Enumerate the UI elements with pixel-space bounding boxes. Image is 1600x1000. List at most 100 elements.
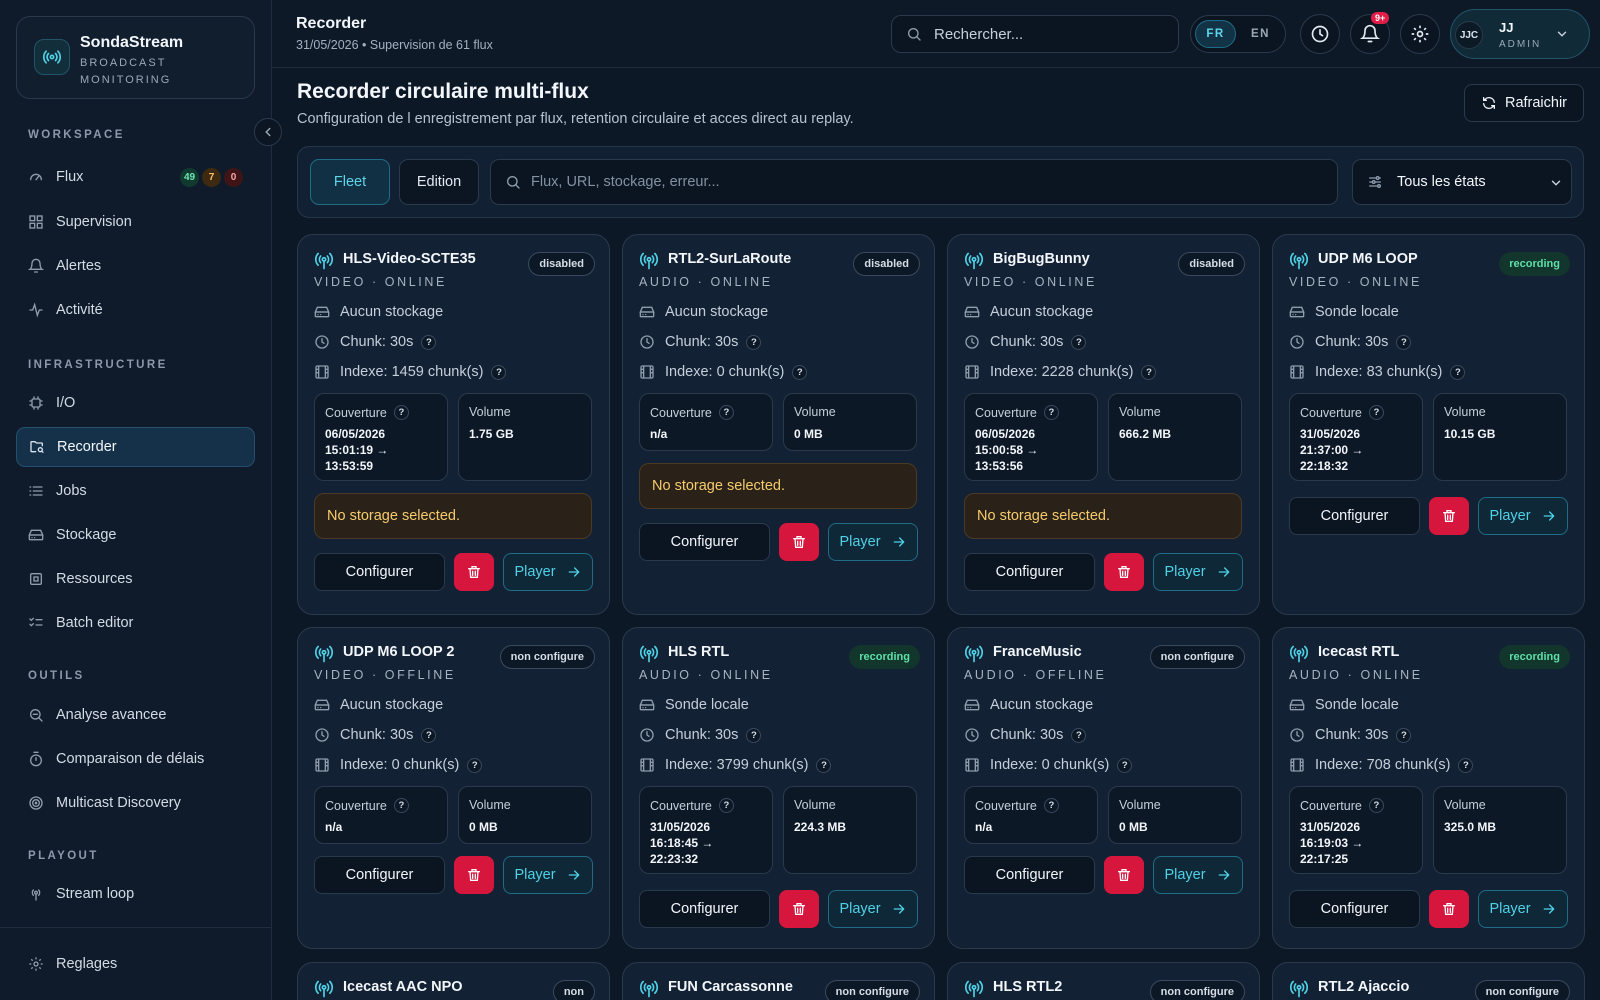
- coverage-label: Couverture: [325, 798, 387, 813]
- settings-button[interactable]: [1400, 14, 1440, 54]
- sidebar-item-stockage[interactable]: Stockage: [16, 515, 255, 555]
- filter-bar: Fleet Edition Tous les états: [297, 146, 1584, 218]
- stream-filter-search[interactable]: [490, 159, 1338, 205]
- filter-input[interactable]: [531, 174, 1311, 190]
- help-icon[interactable]: ?: [746, 727, 762, 743]
- delete-button[interactable]: [779, 523, 819, 561]
- player-button[interactable]: Player: [828, 523, 918, 561]
- flux-warn-count: 7: [202, 168, 221, 187]
- help-icon[interactable]: ?: [1368, 798, 1384, 813]
- collapse-sidebar-button[interactable]: [254, 118, 282, 146]
- configure-button[interactable]: Configurer: [639, 523, 770, 561]
- help-icon[interactable]: ?: [1043, 798, 1059, 813]
- search-input[interactable]: [934, 25, 1164, 43]
- stream-type: AUDIO · ONLINE: [1289, 668, 1423, 682]
- player-button[interactable]: Player: [1478, 890, 1568, 928]
- help-icon[interactable]: ?: [1043, 405, 1059, 420]
- help-icon[interactable]: ?: [1396, 334, 1412, 350]
- sidebar-item-batch-editor[interactable]: Batch editor: [16, 603, 255, 643]
- help-icon[interactable]: ?: [718, 405, 734, 420]
- indexed-value: Indexe: 0 chunk(s): [665, 364, 785, 380]
- configure-button[interactable]: Configurer: [964, 553, 1095, 591]
- sidebar-item-recorder[interactable]: Recorder: [16, 427, 255, 467]
- help-icon[interactable]: ?: [792, 364, 808, 380]
- configure-button[interactable]: Configurer: [964, 856, 1095, 894]
- volume-box: Volume 1.75 GB: [458, 393, 592, 481]
- help-icon[interactable]: ?: [393, 405, 409, 420]
- help-icon[interactable]: ?: [421, 334, 437, 350]
- sidebar-item-stream-loop[interactable]: Stream loop: [16, 874, 255, 914]
- avatar: JJC: [1455, 21, 1483, 49]
- help-icon[interactable]: ?: [1450, 364, 1466, 380]
- help-icon[interactable]: ?: [421, 727, 437, 743]
- help-icon[interactable]: ?: [1396, 727, 1412, 743]
- lang-fr-option[interactable]: FR: [1195, 20, 1237, 48]
- configure-button[interactable]: Configurer: [314, 553, 445, 591]
- player-button[interactable]: Player: [503, 553, 593, 591]
- refresh-button[interactable]: Rafraichir: [1464, 84, 1584, 122]
- lang-en-option[interactable]: EN: [1240, 20, 1281, 48]
- player-button[interactable]: Player: [503, 856, 593, 894]
- player-button[interactable]: Player: [1153, 553, 1243, 591]
- configure-button[interactable]: Configurer: [639, 890, 770, 928]
- storage-info: Aucun stockage: [314, 304, 443, 320]
- state-filter-select[interactable]: Tous les états: [1352, 159, 1572, 205]
- help-icon[interactable]: ?: [1141, 364, 1157, 380]
- delete-button[interactable]: [454, 553, 494, 591]
- help-icon[interactable]: ?: [1368, 405, 1384, 420]
- help-icon[interactable]: ?: [491, 364, 507, 380]
- coverage-label-row: Couverture?: [325, 405, 409, 420]
- sidebar-item-multicast[interactable]: Multicast Discovery: [16, 783, 255, 823]
- delete-button[interactable]: [454, 856, 494, 894]
- tab-fleet[interactable]: Fleet: [310, 159, 390, 205]
- player-button[interactable]: Player: [828, 890, 918, 928]
- top-bar: Recorder 31/05/2026 • Supervision de 61 …: [272, 0, 1600, 68]
- sidebar-item-activite[interactable]: Activité: [16, 290, 255, 330]
- delete-button[interactable]: [1429, 890, 1469, 928]
- history-button[interactable]: [1300, 14, 1340, 54]
- sidebar-item-io[interactable]: I/O: [16, 383, 255, 423]
- tab-edition[interactable]: Edition: [399, 159, 479, 205]
- film-icon: [1289, 757, 1305, 773]
- help-icon[interactable]: ?: [467, 757, 483, 773]
- arrow-right-icon: [1216, 867, 1232, 883]
- sidebar-item-comparaison[interactable]: Comparaison de délais: [16, 739, 255, 779]
- help-icon[interactable]: ?: [1071, 334, 1087, 350]
- sidebar-item-flux[interactable]: Flux 49 7 0: [16, 157, 255, 197]
- sidebar-item-jobs[interactable]: Jobs: [16, 471, 255, 511]
- player-button[interactable]: Player: [1478, 497, 1568, 535]
- brand-block[interactable]: SondaStream BROADCAST MONITORING: [16, 16, 255, 99]
- delete-button[interactable]: [1104, 856, 1144, 894]
- antenna-icon: [964, 644, 984, 664]
- help-icon[interactable]: ?: [1071, 727, 1087, 743]
- help-icon[interactable]: ?: [393, 798, 409, 813]
- sidebar-item-ressources[interactable]: Ressources: [16, 559, 255, 599]
- help-icon[interactable]: ?: [816, 757, 832, 773]
- storage-info: Sonde locale: [639, 697, 749, 713]
- configure-button[interactable]: Configurer: [314, 856, 445, 894]
- configure-button[interactable]: Configurer: [1289, 890, 1420, 928]
- chevron-left-icon: [265, 127, 271, 137]
- delete-button[interactable]: [1429, 497, 1469, 535]
- language-toggle[interactable]: FR EN: [1190, 15, 1286, 53]
- sidebar-item-analyse[interactable]: Analyse avancee: [16, 695, 255, 735]
- section-description: Configuration de l enregistrement par fl…: [297, 111, 854, 127]
- user-menu[interactable]: JJC JJ ADMIN: [1450, 9, 1590, 59]
- help-icon[interactable]: ?: [1117, 757, 1133, 773]
- help-icon[interactable]: ?: [746, 334, 762, 350]
- delete-button[interactable]: [1104, 553, 1144, 591]
- delete-button[interactable]: [779, 890, 819, 928]
- sidebar-item-alertes[interactable]: Alertes: [16, 246, 255, 286]
- notifications-button[interactable]: 9+: [1350, 12, 1390, 54]
- help-icon[interactable]: ?: [718, 798, 734, 813]
- configure-button[interactable]: Configurer: [1289, 497, 1420, 535]
- sidebar-item-supervision[interactable]: Supervision: [16, 202, 255, 242]
- player-button[interactable]: Player: [1153, 856, 1243, 894]
- storage-info: Aucun stockage: [314, 697, 443, 713]
- sidebar-item-label: Supervision: [56, 214, 132, 230]
- notification-count-badge: 9+: [1371, 12, 1390, 24]
- global-search[interactable]: [891, 15, 1179, 53]
- help-icon[interactable]: ?: [1458, 757, 1474, 773]
- sidebar-item-reglages[interactable]: Reglages: [16, 944, 255, 984]
- stream-name: RTL2 Ajaccio: [1318, 979, 1410, 995]
